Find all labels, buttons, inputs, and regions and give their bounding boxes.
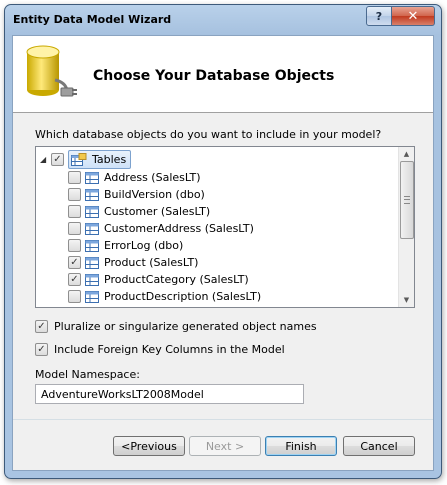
window-title: Entity Data Model Wizard xyxy=(13,13,172,26)
pluralize-label: Pluralize or singularize generated objec… xyxy=(54,320,317,333)
tables-folder-icon xyxy=(71,152,87,166)
grip-icon xyxy=(404,196,410,204)
table-icon xyxy=(85,273,99,286)
scroll-thumb[interactable] xyxy=(400,161,414,239)
item-checkbox[interactable]: ✓ xyxy=(68,256,81,269)
namespace-label: Model Namespace: xyxy=(35,368,140,381)
finish-button[interactable]: Finish xyxy=(265,436,337,456)
tree-item[interactable]: ✓ Product (SalesLT) xyxy=(68,254,198,271)
database-connector-icon xyxy=(26,45,77,97)
wizard-header: Choose Your Database Objects xyxy=(13,36,433,113)
item-checkbox[interactable] xyxy=(68,290,81,303)
table-icon xyxy=(85,205,99,218)
foreign-keys-checkbox[interactable]: ✓ xyxy=(35,343,48,356)
namespace-input[interactable] xyxy=(35,384,304,404)
scroll-down-arrow-icon[interactable]: ▼ xyxy=(399,293,414,307)
tables-node-label[interactable]: Tables xyxy=(68,150,132,169)
pluralize-option[interactable]: ✓ Pluralize or singularize generated obj… xyxy=(35,320,317,333)
page-title: Choose Your Database Objects xyxy=(93,68,335,84)
tables-checkbox[interactable]: ✓ xyxy=(51,153,64,166)
tree-item[interactable]: Address (SalesLT) xyxy=(68,169,201,186)
item-checkbox[interactable] xyxy=(68,171,81,184)
item-label: BuildVersion (dbo) xyxy=(104,188,205,201)
caption-buttons: ? ✕ xyxy=(366,6,435,26)
item-checkbox[interactable]: ✓ xyxy=(68,273,81,286)
item-label: Product (SalesLT) xyxy=(104,256,199,269)
previous-button[interactable]: <Previous xyxy=(113,436,185,456)
table-icon xyxy=(85,171,99,184)
tree-vertical-scrollbar[interactable]: ▲ ▼ xyxy=(398,147,414,307)
table-icon xyxy=(85,222,99,235)
item-label: Customer (SalesLT) xyxy=(104,205,211,218)
expand-triangle-icon[interactable]: ◢ xyxy=(40,155,49,164)
tree-item[interactable]: ErrorLog (dbo) xyxy=(68,237,183,254)
scroll-up-arrow-icon[interactable]: ▲ xyxy=(399,147,414,161)
tree-item[interactable]: ✓ ProductCategory (SalesLT) xyxy=(68,271,249,288)
item-checkbox[interactable] xyxy=(68,188,81,201)
item-label: ErrorLog (dbo) xyxy=(104,239,184,252)
table-icon xyxy=(85,239,99,252)
tree-item[interactable]: ProductDescription (SalesLT) xyxy=(68,288,261,305)
pluralize-checkbox[interactable]: ✓ xyxy=(35,320,48,333)
footer-divider xyxy=(13,419,433,420)
help-button[interactable]: ? xyxy=(366,6,392,26)
title-bar[interactable]: Entity Data Model Wizard ? ✕ xyxy=(5,5,441,35)
table-icon xyxy=(85,290,99,303)
table-icon xyxy=(85,256,99,269)
next-button[interactable]: Next > xyxy=(189,436,261,456)
foreign-keys-label: Include Foreign Key Columns in the Model xyxy=(54,343,285,356)
table-icon xyxy=(85,188,99,201)
tree-item[interactable]: BuildVersion (dbo) xyxy=(68,186,205,203)
tree-item[interactable]: Customer (SalesLT) xyxy=(68,203,210,220)
item-checkbox[interactable] xyxy=(68,205,81,218)
database-objects-tree[interactable]: ◢ ✓ Tables Address (SalesLT) BuildVersio… xyxy=(35,146,415,308)
item-label: ProductCategory (SalesLT) xyxy=(104,273,249,286)
close-button[interactable]: ✕ xyxy=(392,6,435,26)
item-label: CustomerAddress (SalesLT) xyxy=(104,222,254,235)
foreign-keys-option[interactable]: ✓ Include Foreign Key Columns in the Mod… xyxy=(35,343,285,356)
item-label: Address (SalesLT) xyxy=(104,171,201,184)
item-checkbox[interactable] xyxy=(68,239,81,252)
item-label: ProductDescription (SalesLT) xyxy=(104,290,262,303)
objects-question-label: Which database objects do you want to in… xyxy=(35,128,382,141)
wizard-content: Choose Your Database Objects Which datab… xyxy=(12,35,434,471)
tree-item[interactable]: CustomerAddress (SalesLT) xyxy=(68,220,254,237)
item-checkbox[interactable] xyxy=(68,222,81,235)
wizard-window: Entity Data Model Wizard ? ✕ Choose Your… xyxy=(4,4,442,479)
tree-node-tables[interactable]: ◢ ✓ Tables xyxy=(40,150,132,169)
cancel-button[interactable]: Cancel xyxy=(343,436,415,456)
